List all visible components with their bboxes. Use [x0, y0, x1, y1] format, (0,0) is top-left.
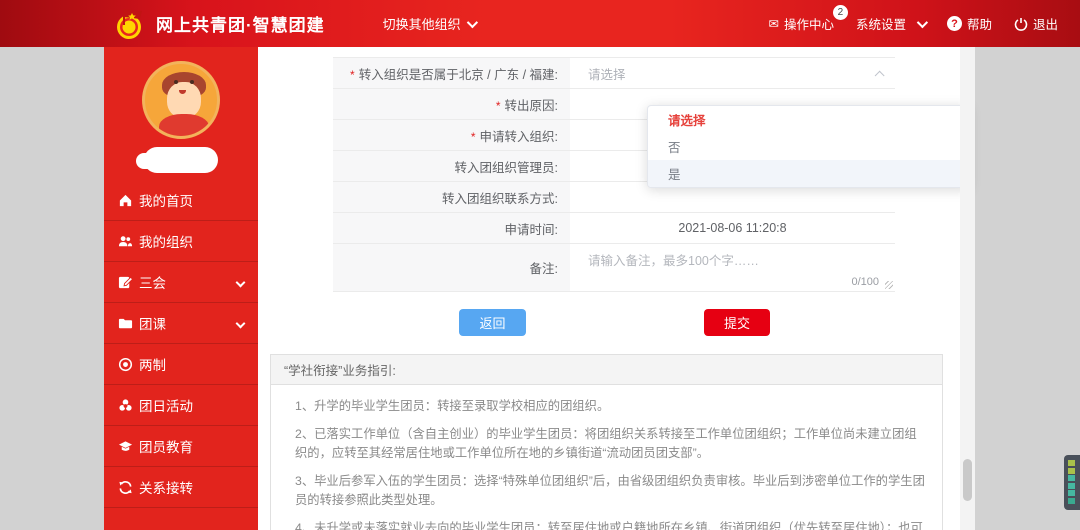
- mail-icon: ✉: [768, 16, 778, 31]
- logout-button[interactable]: 退出: [1014, 14, 1058, 33]
- guidance-panel: “学社衔接”业务指引: 1、升学的毕业学生团员：转接至录取学校相应的团组织。 2…: [270, 354, 943, 530]
- username-blob: [144, 147, 218, 173]
- guidance-item: 3、毕业后参军入伍的学生团员：选择“特殊单位团组织”后，由省级团组织负责审核。毕…: [295, 472, 928, 510]
- system-settings-button[interactable]: 系统设置: [856, 14, 925, 33]
- remark-cell: 0/100: [570, 244, 895, 291]
- guidance-item: 4、未升学或未落实就业去向的毕业学生团员：转至居住地或户籍地所在乡镇、街道团组织…: [295, 519, 928, 530]
- sidebar-item-label: 关系接转: [139, 477, 193, 497]
- app-header: 网上共青团·智慧团建 切换其他组织 ✉ 操作中心 2 系统设置 ? 帮助: [0, 0, 1080, 47]
- chevron-down-icon: [466, 16, 477, 27]
- field-label: 转入团组织管理员:: [455, 157, 558, 176]
- apply-time-value: 2021-08-06 11:20:8: [570, 213, 895, 243]
- form-row-remark: 备注: 0/100: [333, 244, 895, 292]
- field-label: 申请时间:: [505, 219, 558, 238]
- action-center-button[interactable]: ✉ 操作中心 2: [768, 14, 834, 33]
- chevron-down-icon: [917, 16, 928, 27]
- scrollbar-thumb[interactable]: [963, 459, 972, 501]
- back-button[interactable]: 返回: [459, 309, 526, 336]
- sidebar-menu: 我的首页 我的组织 三会 团课: [104, 180, 258, 508]
- help-icon: ?: [947, 16, 962, 31]
- system-settings-label: 系统设置: [856, 14, 906, 33]
- transfer-form: * 转入组织是否属于北京 / 广东 / 福建: 请选择 * 转出原因: * 申请转入组…: [333, 57, 895, 292]
- form-row-apply-time: 申请时间: 2021-08-06 11:20:8: [333, 213, 895, 244]
- field-label: 转出原因:: [505, 95, 558, 114]
- required-marker: *: [496, 99, 501, 113]
- recycle-icon: [118, 398, 133, 413]
- floating-extension-widget[interactable]: [1064, 455, 1080, 510]
- graduation-cap-icon: [118, 439, 133, 454]
- select-value: 请选择: [588, 64, 626, 83]
- sidebar-item-label: 团课: [139, 313, 166, 333]
- page: 网上共青团·智慧团建 切换其他组织 ✉ 操作中心 2 系统设置 ? 帮助: [0, 0, 1080, 530]
- sidebar-item-label: 两制: [139, 354, 166, 374]
- submit-button[interactable]: 提交: [704, 309, 770, 336]
- league-emblem-logo: [112, 7, 146, 41]
- required-marker: *: [471, 130, 476, 144]
- form-row-region: * 转入组织是否属于北京 / 广东 / 福建: 请选择: [333, 58, 895, 89]
- guidance-title: “学社衔接”业务指引:: [271, 355, 942, 385]
- region-select-dropdown: 请选择 否 是: [647, 105, 970, 188]
- sidebar-item-organization[interactable]: 我的组织: [104, 221, 258, 262]
- field-label: 申请转入组织:: [480, 126, 558, 145]
- dropdown-option-no[interactable]: 否: [648, 133, 969, 160]
- remark-textarea[interactable]: [588, 250, 895, 291]
- sidebar-item-label: 三会: [139, 272, 166, 292]
- help-button[interactable]: ? 帮助: [947, 14, 992, 33]
- required-marker: *: [350, 68, 355, 82]
- sidebar-item-league-day[interactable]: 团日活动: [104, 385, 258, 426]
- help-label: 帮助: [967, 14, 992, 33]
- sidebar-item-meetings[interactable]: 三会: [104, 262, 258, 303]
- avatar[interactable]: [142, 61, 220, 139]
- sidebar-item-label: 团日活动: [139, 395, 193, 415]
- dropdown-option-yes[interactable]: 是: [648, 160, 969, 187]
- target-icon: [118, 357, 133, 372]
- sidebar-item-relation-transfer[interactable]: 关系接转: [104, 467, 258, 508]
- users-icon: [118, 234, 133, 249]
- folder-icon: [118, 316, 133, 331]
- logout-label: 退出: [1033, 14, 1058, 33]
- sidebar-item-label: 我的组织: [139, 231, 193, 251]
- main-content: * 转入组织是否属于北京 / 广东 / 福建: 请选择 * 转出原因: * 申请转入组…: [258, 47, 960, 530]
- guidance-item: 1、升学的毕业学生团员：转接至录取学校相应的团组织。: [295, 397, 928, 416]
- region-select[interactable]: 请选择: [570, 58, 895, 88]
- scrollbar-track[interactable]: [960, 47, 975, 530]
- chevron-down-icon: [236, 318, 246, 328]
- app-title: 网上共青团·智慧团建: [156, 11, 325, 36]
- sidebar-item-two-systems[interactable]: 两制: [104, 344, 258, 385]
- switch-org-label: 切换其他组织: [383, 14, 461, 33]
- field-label: 转入团组织联系方式:: [442, 188, 558, 207]
- notification-badge: 2: [833, 5, 848, 20]
- sidebar: 我的首页 我的组织 三会 团课: [104, 47, 258, 530]
- char-counter: 0/100: [851, 276, 879, 288]
- edit-icon: [118, 275, 133, 290]
- sidebar-item-label: 我的首页: [139, 190, 193, 210]
- sidebar-item-lessons[interactable]: 团课: [104, 303, 258, 344]
- sidebar-item-label: 团员教育: [139, 436, 193, 456]
- field-label: 转入组织是否属于北京 / 广东 / 福建:: [359, 64, 558, 83]
- chevron-up-icon: [875, 70, 885, 80]
- power-icon: [1014, 17, 1028, 31]
- header-actions: ✉ 操作中心 2 系统设置 ? 帮助 退出: [768, 14, 1058, 33]
- guidance-item: 2、已落实工作单位（含自主创业）的毕业学生团员：将团组织关系转接至工作单位团组织…: [295, 425, 928, 463]
- field-label: 备注:: [530, 258, 558, 277]
- dropdown-option-placeholder[interactable]: 请选择: [648, 106, 969, 133]
- action-center-label: 操作中心: [784, 14, 834, 33]
- sync-icon: [118, 480, 133, 495]
- home-icon: [118, 193, 133, 208]
- sidebar-item-member-education[interactable]: 团员教育: [104, 426, 258, 467]
- resize-handle-icon[interactable]: [885, 281, 893, 289]
- guidance-body: 1、升学的毕业学生团员：转接至录取学校相应的团组织。 2、已落实工作单位（含自主…: [271, 385, 942, 530]
- sidebar-item-home[interactable]: 我的首页: [104, 180, 258, 221]
- switch-org-dropdown[interactable]: 切换其他组织: [383, 14, 475, 33]
- chevron-down-icon: [236, 277, 246, 287]
